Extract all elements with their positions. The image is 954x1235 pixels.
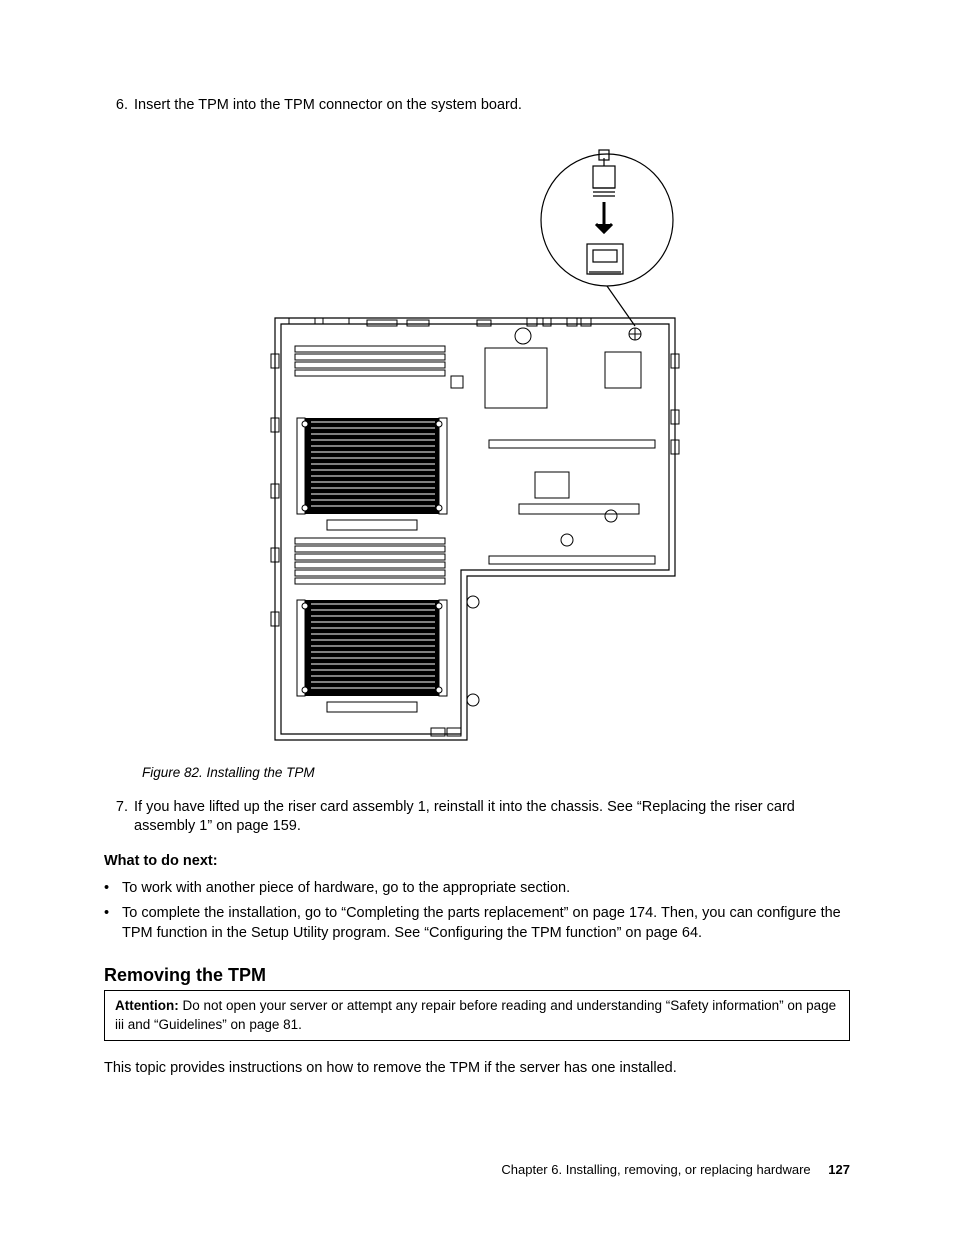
figure-caption: Figure 82. Installing the TPM: [142, 765, 850, 780]
attention-text: Do not open your server or attempt any r…: [115, 998, 836, 1031]
bullet-marker: •: [104, 904, 122, 943]
bullet-marker: •: [104, 879, 122, 899]
footer-page-number: 127: [828, 1162, 850, 1177]
intro-paragraph: This topic provides instructions on how …: [104, 1059, 850, 1079]
attention-label: Attention:: [115, 998, 179, 1013]
footer-chapter: Chapter 6. Installing, removing, or repl…: [501, 1162, 810, 1177]
step-number: 7.: [104, 798, 134, 837]
step-6: 6. Insert the TPM into the TPM connector…: [104, 96, 850, 116]
section-heading-removing-tpm: Removing the TPM: [104, 965, 850, 986]
step-text: Insert the TPM into the TPM connector on…: [134, 96, 850, 116]
bullet-text: To complete the installation, go to “Com…: [122, 904, 850, 943]
page-footer: Chapter 6. Installing, removing, or repl…: [501, 1162, 850, 1177]
step-text: If you have lifted up the riser card ass…: [134, 798, 850, 837]
step-7: 7. If you have lifted up the riser card …: [104, 798, 850, 837]
what-to-do-next-heading: What to do next:: [104, 853, 850, 869]
bullet-item: • To complete the installation, go to “C…: [104, 904, 850, 943]
step-number: 6.: [104, 96, 134, 116]
system-board-diagram: [267, 140, 687, 745]
bullet-item: • To work with another piece of hardware…: [104, 879, 850, 899]
attention-box: Attention: Do not open your server or at…: [104, 990, 850, 1040]
figure-82-image: [104, 140, 850, 749]
bullet-text: To work with another piece of hardware, …: [122, 879, 570, 899]
